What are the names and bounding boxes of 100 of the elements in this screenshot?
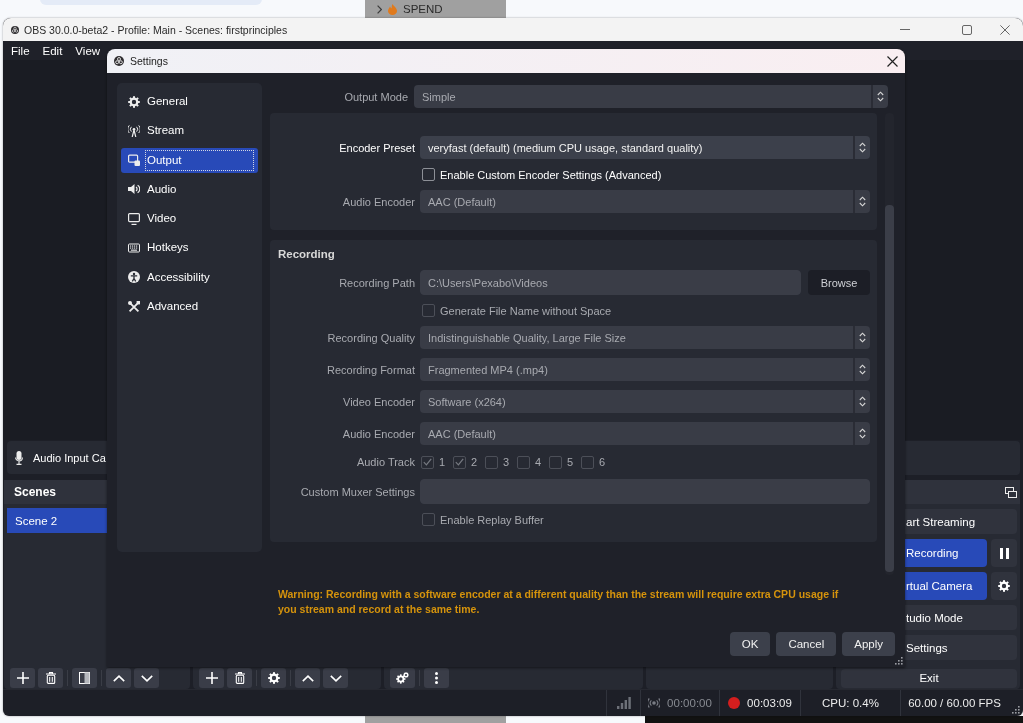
control-button[interactable]: rtual Camera <box>905 572 987 600</box>
keyboard-icon <box>128 242 140 254</box>
move-down-button[interactable] <box>134 668 159 688</box>
gear-icon <box>267 672 280 684</box>
chevrons-icon <box>859 332 866 343</box>
gear-icon <box>128 95 140 108</box>
resize-grip-icon <box>895 657 903 665</box>
fps-reading: 60.00 / 60.00 FPS <box>908 697 1001 709</box>
microphone-icon <box>15 450 23 465</box>
field-label: Custom Muxer Settings <box>299 485 415 498</box>
menu-item[interactable]: Edit <box>42 44 63 57</box>
remove-button[interactable] <box>227 668 252 688</box>
signal-icon <box>616 697 631 709</box>
maximize-icon <box>962 24 972 35</box>
chevron-up-icon <box>112 674 125 682</box>
add-button[interactable] <box>199 668 224 688</box>
move-up-button[interactable] <box>106 668 131 688</box>
field-label: Recording Format <box>325 363 415 376</box>
chevrons-icon <box>859 364 866 375</box>
move-up-button[interactable] <box>295 668 320 688</box>
gear-icon <box>998 580 1010 592</box>
sidebar-item[interactable]: Output <box>121 147 258 173</box>
chevron-up-icon <box>301 674 314 682</box>
track-label: 3 <box>503 456 510 468</box>
menu-button[interactable] <box>424 668 449 688</box>
field-label: Audio Encoder <box>341 427 415 440</box>
menu-item[interactable]: File <box>11 44 30 57</box>
group-title: Recording <box>277 247 336 261</box>
vertical-dots-icon <box>435 672 438 684</box>
chevron-down-icon <box>140 674 153 682</box>
minimize-icon <box>900 29 910 30</box>
chevron-icon <box>377 4 382 14</box>
screens-icon <box>128 154 140 167</box>
scrollbar-thumb[interactable] <box>885 205 894 572</box>
control-button[interactable]: tudio Mode <box>905 605 1017 630</box>
add-button[interactable] <box>10 668 35 688</box>
flame-icon <box>388 3 397 15</box>
trash-icon <box>45 672 56 684</box>
antenna-icon <box>128 124 140 137</box>
checkbox-label: Generate File Name without Space <box>440 304 612 317</box>
audio-settings-button[interactable] <box>390 668 415 688</box>
scene-item[interactable]: Scene 2 <box>7 508 107 533</box>
chevrons-icon <box>859 428 866 439</box>
sidebar-item[interactable]: Hotkeys <box>121 235 258 261</box>
menu-item[interactable]: View <box>75 44 101 57</box>
stream-time: 00:00:00 <box>667 697 712 709</box>
pause-icon <box>999 547 1009 559</box>
field-label: Audio Encoder <box>341 195 415 208</box>
logo-icon <box>114 56 124 66</box>
checkbox-label: Enable Custom Encoder Settings (Advanced) <box>440 168 662 181</box>
sidebar-item[interactable]: Stream <box>121 118 258 144</box>
checkbox[interactable] <box>422 168 435 181</box>
track-label: 4 <box>535 456 542 468</box>
move-down-button[interactable] <box>323 668 348 688</box>
sidebar-item[interactable]: General <box>121 89 258 114</box>
logo-icon <box>11 25 19 34</box>
field-label: Video Encoder <box>342 395 415 408</box>
control-button[interactable]: Settings <box>905 635 1017 660</box>
field-label: Recording Quality <box>326 331 415 344</box>
exit-button[interactable]: Exit <box>841 668 1017 688</box>
close-icon <box>886 55 898 67</box>
crossed-tools-icon <box>128 300 140 313</box>
track-label: 2 <box>471 456 478 468</box>
warning-text: Warning: Recording with a software encoder at a different quality than the stream will require extra CPU usage if you stream and record at the same time. <box>277 587 840 617</box>
control-button[interactable]: art Streaming <box>905 509 1017 534</box>
apply-button[interactable]: Apply <box>842 632 895 656</box>
sidebar-item[interactable]: Advanced <box>121 294 258 320</box>
chevrons-icon <box>859 396 866 407</box>
ok-button[interactable]: OK <box>729 632 771 656</box>
properties-button[interactable] <box>261 668 286 688</box>
sidebar-item[interactable]: Video <box>121 206 258 232</box>
chevron-down-icon <box>329 674 342 682</box>
plus-icon <box>16 672 29 684</box>
field-label: Encoder Preset <box>338 141 415 154</box>
audio-source-name: Audio Input Ca <box>33 451 106 464</box>
control-button[interactable]: Recording <box>905 539 987 567</box>
track-label: 5 <box>567 456 574 468</box>
dock-header: Scenes <box>4 480 107 504</box>
dropdown[interactable]: veryfast (default) (medium CPU usage, standard quality) <box>420 136 870 159</box>
chevrons-icon <box>859 142 866 153</box>
sidebar-item[interactable]: Accessibility <box>121 264 258 290</box>
track-label: 1 <box>439 456 446 468</box>
check-icon <box>455 458 464 466</box>
field-label: Audio Track <box>355 456 415 468</box>
resize-grip-icon <box>1012 706 1020 714</box>
settings-button[interactable] <box>991 572 1017 600</box>
sidebar-item[interactable]: Audio <box>121 176 258 202</box>
cancel-button[interactable]: Cancel <box>776 632 837 656</box>
trash-icon <box>234 672 245 684</box>
scrollbar[interactable] <box>885 113 894 575</box>
plus-icon <box>205 672 218 684</box>
close-icon <box>1000 24 1010 35</box>
filter-button[interactable] <box>72 668 97 688</box>
dialog-title: Settings <box>130 55 168 67</box>
gears-icon <box>396 672 409 684</box>
cpu-usage: CPU: 0.4% <box>822 697 879 709</box>
remove-button[interactable] <box>38 668 63 688</box>
track-label: 6 <box>599 456 606 468</box>
checkbox-label: Enable Replay Buffer <box>440 513 544 526</box>
pause-button[interactable] <box>991 539 1017 567</box>
